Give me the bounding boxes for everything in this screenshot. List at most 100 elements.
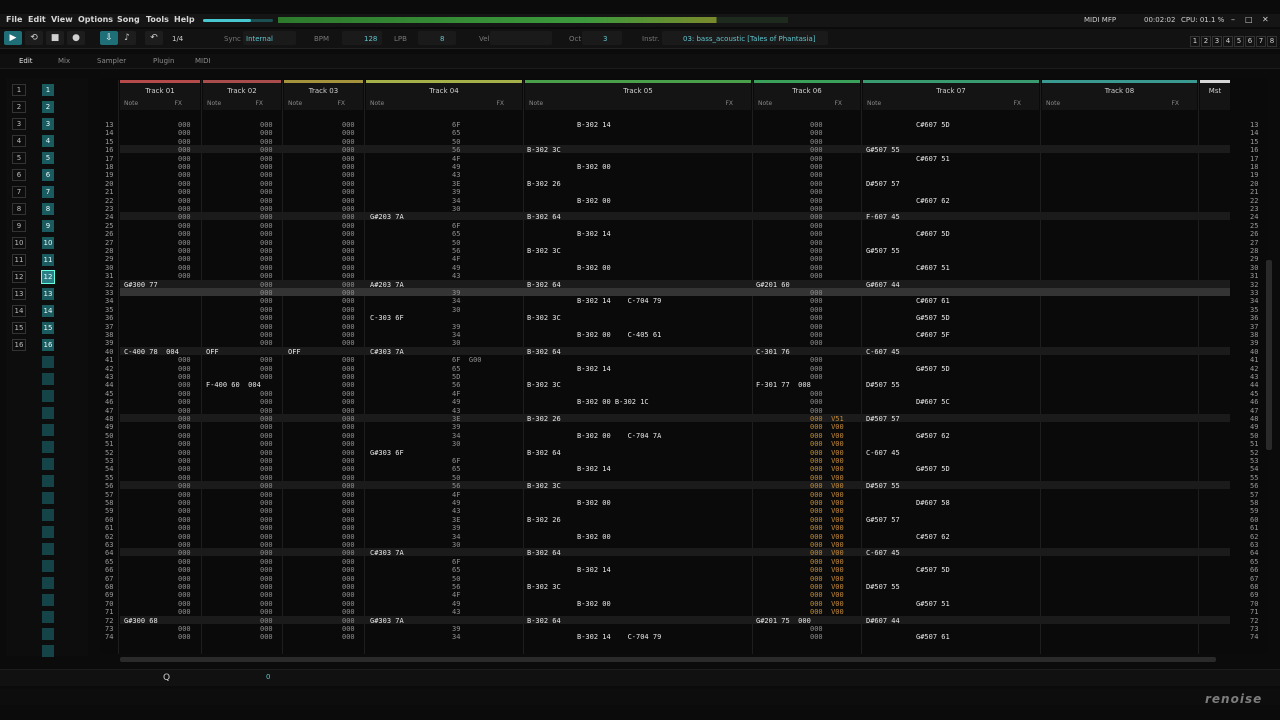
sequence-row[interactable]: 77 bbox=[12, 186, 82, 200]
pattern-cell[interactable]: 000 bbox=[810, 297, 823, 305]
sequence-empty-slot[interactable] bbox=[42, 526, 54, 538]
sequence-slot[interactable]: 14 bbox=[42, 305, 54, 317]
pattern-cell[interactable]: 39 bbox=[452, 625, 460, 633]
pattern-cell[interactable]: 000 bbox=[260, 306, 273, 314]
sequence-row[interactable]: 11 11 bbox=[12, 254, 82, 268]
pattern-cell[interactable]: 56 bbox=[452, 247, 460, 255]
pattern-cell[interactable]: 000 bbox=[810, 121, 823, 129]
pattern-cell[interactable]: 000 bbox=[260, 415, 273, 423]
pattern-cell[interactable]: 000 bbox=[260, 239, 273, 247]
pattern-cell[interactable]: OFF bbox=[288, 348, 301, 356]
pattern-cell[interactable]: 000 V00 bbox=[810, 507, 844, 515]
pattern-cell[interactable]: 000 bbox=[178, 222, 191, 230]
pattern-cell[interactable]: 000 bbox=[178, 633, 191, 641]
pattern-cell[interactable]: 4F bbox=[452, 155, 460, 163]
pattern-cell[interactable]: 34 bbox=[452, 533, 460, 541]
pattern-cell[interactable]: C#303 7A bbox=[370, 348, 404, 356]
pattern-cell[interactable]: 000 bbox=[810, 356, 823, 364]
track-header[interactable]: Track 04 Note FX bbox=[366, 80, 522, 110]
pattern-cell[interactable]: C-301 76 bbox=[756, 348, 790, 356]
pattern-cell[interactable]: C#607 5D bbox=[916, 121, 950, 129]
pattern-cell[interactable]: 000 bbox=[342, 575, 355, 583]
pattern-cell[interactable]: 000 bbox=[342, 566, 355, 574]
pattern-cell[interactable]: C#303 7A bbox=[370, 549, 404, 557]
pattern-cell[interactable]: 000 bbox=[178, 600, 191, 608]
pattern-cell[interactable]: 39 bbox=[452, 524, 460, 532]
pattern-cell[interactable]: 000 bbox=[342, 306, 355, 314]
pattern-cell[interactable]: 000 V00 bbox=[810, 583, 844, 591]
pattern-cell[interactable]: 000 bbox=[810, 289, 823, 297]
stop-button[interactable]: ■ bbox=[46, 31, 64, 45]
master-volume-slider[interactable] bbox=[203, 19, 273, 22]
sequence-row[interactable]: 66 bbox=[12, 169, 82, 183]
pattern-cell[interactable]: 000 V00 bbox=[810, 465, 844, 473]
menu-options[interactable]: Options bbox=[78, 15, 113, 24]
pattern-cell[interactable]: G#300 68 bbox=[124, 617, 158, 625]
pattern-cell[interactable]: 50 bbox=[452, 575, 460, 583]
pattern-cell[interactable]: 000 V00 bbox=[810, 449, 844, 457]
pattern-cell[interactable]: 000 bbox=[342, 373, 355, 381]
pattern-cell[interactable]: 000 bbox=[260, 566, 273, 574]
pattern-cell[interactable]: 000 bbox=[810, 163, 823, 171]
pattern-cell[interactable]: 000 bbox=[178, 129, 191, 137]
sequence-empty-slot[interactable] bbox=[42, 424, 54, 436]
pattern-cell[interactable]: 000 bbox=[178, 390, 191, 398]
track-count-4[interactable]: 4 bbox=[1223, 36, 1233, 47]
menu-view[interactable]: View bbox=[51, 15, 73, 24]
sequence-slot[interactable]: 7 bbox=[42, 186, 54, 198]
pattern-cell[interactable]: 6F bbox=[452, 121, 460, 129]
pattern-cell[interactable]: F-607 45 bbox=[866, 213, 900, 221]
slot-value[interactable]: 0 bbox=[266, 673, 270, 681]
pattern-cell[interactable]: 000 V00 bbox=[810, 558, 844, 566]
pattern-cell[interactable]: OFF bbox=[206, 348, 219, 356]
track-name[interactable]: Track 07 bbox=[863, 87, 1039, 95]
pattern-cell[interactable]: 000 bbox=[810, 323, 823, 331]
sequence-slot[interactable]: 3 bbox=[42, 118, 54, 130]
sequence-empty-slot[interactable] bbox=[42, 475, 54, 487]
follow-button[interactable]: ⇩ bbox=[100, 31, 118, 45]
pattern-cell[interactable]: 000 bbox=[342, 499, 355, 507]
pattern-cell[interactable]: 000 bbox=[178, 549, 191, 557]
sequence-row[interactable]: 99 bbox=[12, 220, 82, 234]
sequence-row[interactable]: 44 bbox=[12, 135, 82, 149]
pattern-cell[interactable]: 000 bbox=[260, 297, 273, 305]
pattern-cell[interactable]: 000 bbox=[260, 146, 273, 154]
pattern-cell[interactable]: B-302 14 C-704 79 bbox=[577, 633, 661, 641]
pattern-cell[interactable]: 4F bbox=[452, 591, 460, 599]
pattern-cell[interactable]: 49 bbox=[452, 398, 460, 406]
pattern-cell[interactable]: 000 bbox=[810, 390, 823, 398]
track-count-8[interactable]: 8 bbox=[1267, 36, 1277, 47]
pattern-cell[interactable]: B-302 14 bbox=[577, 230, 611, 238]
pattern-cell[interactable]: 000 bbox=[260, 163, 273, 171]
pattern-cell[interactable]: 000 bbox=[260, 449, 273, 457]
pattern-cell[interactable]: 000 bbox=[810, 239, 823, 247]
pattern-cell[interactable]: C#607 51 bbox=[916, 155, 950, 163]
pattern-cell[interactable]: C#607 5F bbox=[916, 331, 950, 339]
track-header[interactable]: Track 01 Note FX bbox=[120, 80, 200, 110]
pattern-cell[interactable]: 4F bbox=[452, 390, 460, 398]
pattern-cell[interactable]: 000 bbox=[260, 373, 273, 381]
pattern-cell[interactable]: 000 bbox=[260, 255, 273, 263]
pattern-cell[interactable]: 000 V00 bbox=[810, 549, 844, 557]
tab-plugin[interactable]: Plugin bbox=[153, 57, 174, 65]
pattern-cell[interactable]: 000 bbox=[260, 633, 273, 641]
pattern-cell[interactable]: 000 bbox=[260, 155, 273, 163]
tab-mix[interactable]: Mix bbox=[58, 57, 70, 65]
pattern-cell[interactable]: B-302 3C bbox=[527, 247, 561, 255]
pattern-cell[interactable]: 000 bbox=[342, 230, 355, 238]
sequence-slot[interactable]: 15 bbox=[42, 322, 54, 334]
pattern-cell[interactable]: 000 V00 bbox=[810, 516, 844, 524]
pattern-cell[interactable]: 000 V00 bbox=[810, 457, 844, 465]
pattern-cell[interactable]: 000 V00 bbox=[810, 440, 844, 448]
pattern-cell[interactable]: 000 V00 bbox=[810, 491, 844, 499]
pattern-cell[interactable]: G#507 62 bbox=[916, 432, 950, 440]
metronome-button[interactable]: ♪ bbox=[118, 31, 136, 45]
pattern-cell[interactable]: 000 bbox=[260, 516, 273, 524]
pattern-cell[interactable]: 000 bbox=[178, 398, 191, 406]
pattern-cell[interactable]: 000 bbox=[342, 289, 355, 297]
pattern-cell[interactable]: 000 bbox=[260, 524, 273, 532]
sequence-row[interactable]: 12 12 bbox=[12, 270, 82, 285]
pattern-cell[interactable]: 000 bbox=[342, 633, 355, 641]
pattern-cell[interactable]: C#507 62 bbox=[916, 533, 950, 541]
sequence-empty-slot[interactable] bbox=[42, 407, 54, 419]
